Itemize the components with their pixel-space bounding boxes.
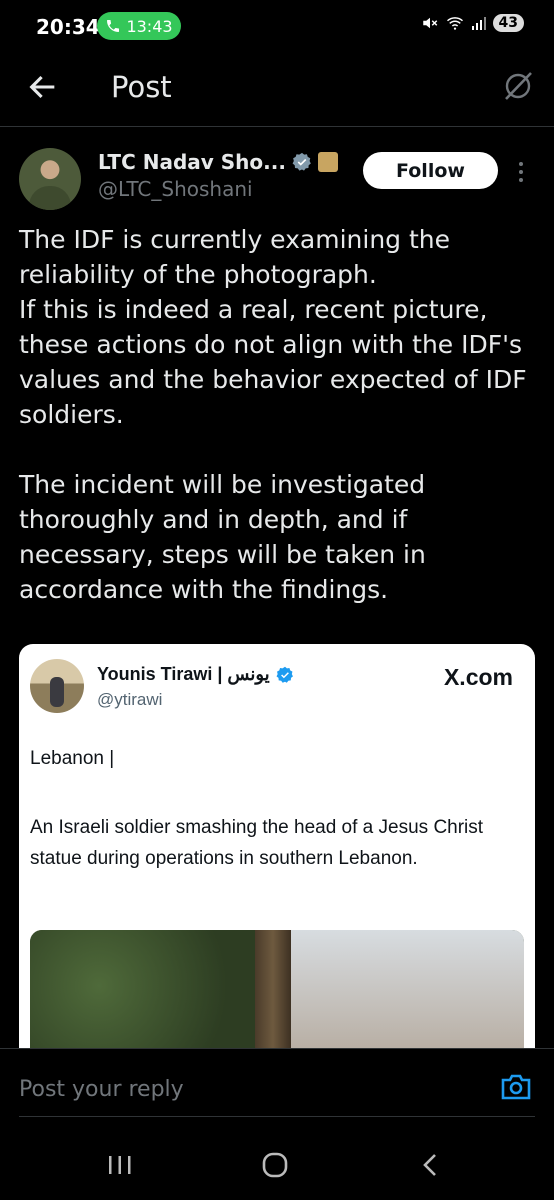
nav-back-icon[interactable] <box>420 1152 440 1178</box>
nav-home-icon[interactable] <box>261 1151 289 1179</box>
status-icons: 43 <box>421 14 524 32</box>
top-bar: Post <box>0 52 554 127</box>
quoted-author-avatar <box>30 659 84 713</box>
camera-icon[interactable] <box>500 1073 532 1101</box>
source-label: X.com <box>443 664 513 690</box>
more-icon[interactable] <box>516 160 526 184</box>
verified-icon <box>292 152 311 171</box>
affiliate-badge-icon <box>317 152 338 172</box>
quoted-text-line1: Lebanon | <box>30 748 115 769</box>
author-handle[interactable]: @LTC_Shoshani <box>98 177 253 201</box>
author-avatar[interactable] <box>19 148 81 210</box>
quoted-author-handle: @ytirawi <box>97 690 163 709</box>
page-title: Post <box>111 70 172 104</box>
wifi-icon <box>446 17 463 30</box>
reply-bar: Post your reply <box>0 1048 554 1121</box>
verified-icon <box>276 666 293 683</box>
quoted-text-body: An Israeli soldier smashing the head of … <box>30 817 484 869</box>
quoted-author-name-row: Younis Tirawi | يونس <box>97 664 294 685</box>
call-indicator[interactable]: 13:43 <box>97 12 181 40</box>
call-duration: 13:43 <box>126 16 173 36</box>
battery-indicator: 43 <box>492 14 524 32</box>
signal-icon <box>471 17 486 30</box>
divider <box>19 1116 535 1117</box>
reply-input[interactable]: Post your reply <box>19 1077 184 1102</box>
back-arrow-icon[interactable] <box>26 70 60 104</box>
quoted-author-name: Younis Tirawi | يونس <box>97 664 270 684</box>
grok-icon[interactable] <box>500 68 536 104</box>
status-time: 20:34 <box>36 15 100 39</box>
author-name: LTC Nadav Sho... <box>98 150 286 174</box>
quoted-post-card[interactable]: Younis Tirawi | يونس @ytirawi X.com Leba… <box>19 644 535 1064</box>
post-text: The IDF is currently examining the relia… <box>19 225 527 604</box>
follow-button[interactable]: Follow <box>363 152 498 189</box>
quoted-photo[interactable] <box>30 930 524 1064</box>
author-name-row[interactable]: LTC Nadav Sho... <box>98 150 338 174</box>
status-bar: 20:34 13:43 43 <box>0 0 554 52</box>
nav-recents-icon[interactable] <box>107 1154 133 1176</box>
phone-icon <box>107 20 120 32</box>
system-nav-bar <box>0 1130 554 1200</box>
mute-icon <box>422 17 437 29</box>
